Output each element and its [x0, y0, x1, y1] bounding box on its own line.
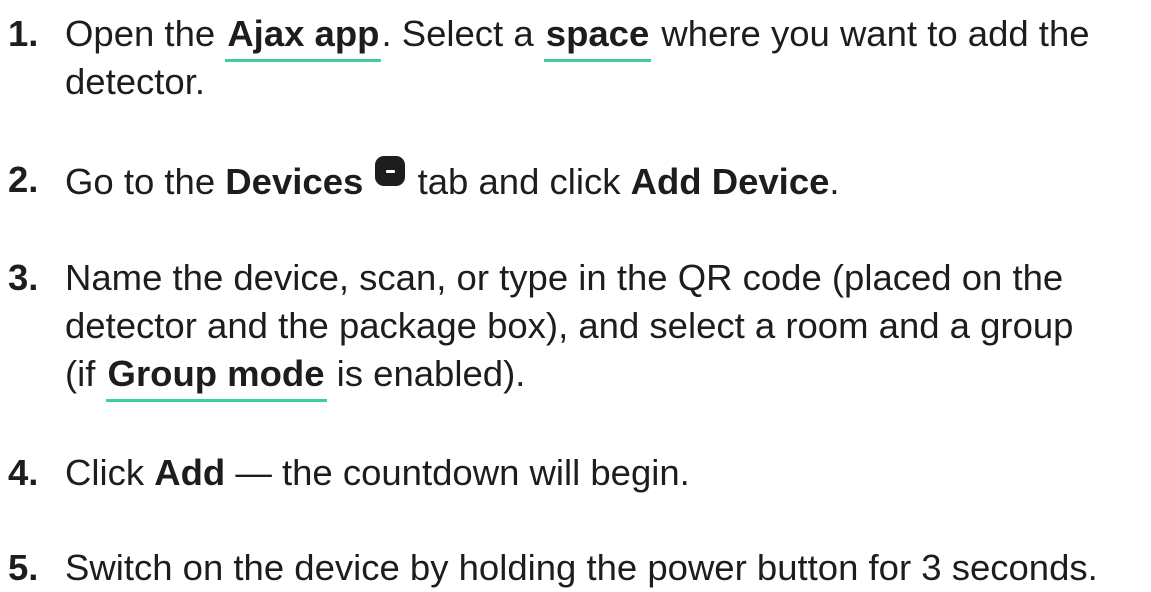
ajax-app-link[interactable]: Ajax app — [225, 10, 382, 62]
step-line: Open the Ajax app. Select a space where … — [65, 10, 1151, 62]
step-text: — the countdown will begin. — [225, 452, 690, 493]
devices-label: Devices — [225, 161, 364, 202]
step-text: tab and click — [407, 161, 631, 202]
step-text: (if — [65, 353, 106, 394]
step-body: Switch on the device by holding the powe… — [65, 544, 1151, 592]
step-text: is enabled). — [326, 353, 526, 394]
step-number: 2. — [8, 159, 39, 200]
space-link[interactable]: space — [543, 10, 652, 62]
group-mode-link[interactable]: Group mode — [105, 350, 327, 402]
step-line: Switch on the device by holding the powe… — [65, 547, 1098, 588]
step-number: 1. — [8, 13, 39, 54]
step-line: detector. — [65, 61, 206, 102]
step-text: Click — [65, 452, 155, 493]
step-body: Go to the Devices tab and click Add Devi… — [65, 156, 1151, 204]
step-text: where you want to add the — [651, 13, 1090, 54]
step-body: Click Add — the countdown will begin. — [65, 449, 1151, 497]
step-text: . — [829, 161, 840, 202]
add-device-label: Add Device — [630, 161, 830, 202]
step-text: Go to the — [65, 161, 226, 202]
add-label: Add — [154, 452, 226, 493]
step-line: Go to the Devices tab and click Add Devi… — [65, 156, 1151, 204]
step-line: (if Group mode is enabled). — [65, 350, 1151, 402]
step-number: 4. — [8, 452, 39, 493]
step-line: Name the device, scan, or type in the QR… — [65, 257, 1064, 298]
step-number: 5. — [8, 547, 39, 588]
step-text: Open the — [65, 13, 226, 54]
step-body: Name the device, scan, or type in the QR… — [65, 254, 1151, 402]
devices-tab-icon — [375, 156, 406, 186]
step-line: Click Add — the countdown will begin. — [65, 449, 1151, 497]
step-body: Open the Ajax app. Select a space where … — [65, 10, 1151, 106]
step-text: . Select a — [381, 13, 544, 54]
step-line: detector and the package box), and selec… — [65, 305, 1074, 346]
step-number: 3. — [8, 257, 39, 298]
